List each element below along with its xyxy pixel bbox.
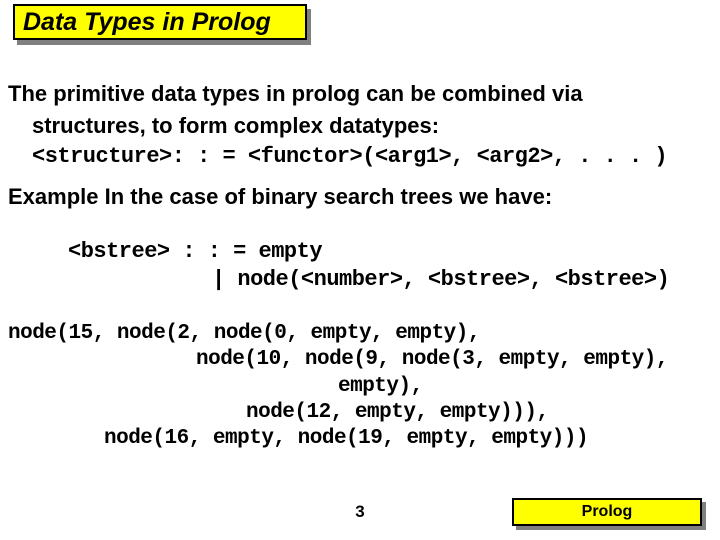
tree-line-5: node(16, empty, node(19, empty, empty))) [8, 426, 708, 452]
intro-line-1: The primitive data types in prolog can b… [8, 80, 708, 108]
example-label: Example [8, 184, 99, 209]
tree-line-4: node(12, empty, empty))), [8, 400, 708, 426]
tree-block: node(15, node(2, node(0, empty, empty), … [8, 321, 708, 452]
slide-title-box: Data Types in Prolog [13, 4, 307, 40]
grammar-line-2: | node(<number>, <bstree>, <bstree>) [68, 266, 708, 294]
example-line: Example In the case of binary search tre… [8, 183, 708, 211]
example-text: In the case of binary search trees we ha… [99, 184, 553, 209]
slide-footer: 3 Prolog [0, 496, 720, 526]
slide-content: The primitive data types in prolog can b… [8, 80, 708, 452]
grammar-line-1: <bstree> : : = empty [68, 238, 708, 266]
footer-label-box: Prolog [512, 498, 702, 526]
tree-line-1: node(15, node(2, node(0, empty, empty), [8, 321, 708, 347]
tree-line-3: empty), [8, 374, 708, 400]
structure-rule: <structure>: : = <functor>(<arg1>, <arg2… [8, 143, 708, 171]
grammar-block: <bstree> : : = empty | node(<number>, <b… [8, 238, 708, 293]
tree-line-2: node(10, node(9, node(3, empty, empty), [8, 347, 708, 373]
slide-title: Data Types in Prolog [23, 8, 271, 37]
footer-label: Prolog [582, 503, 633, 521]
intro-line-2: structures, to form complex datatypes: [8, 112, 708, 140]
